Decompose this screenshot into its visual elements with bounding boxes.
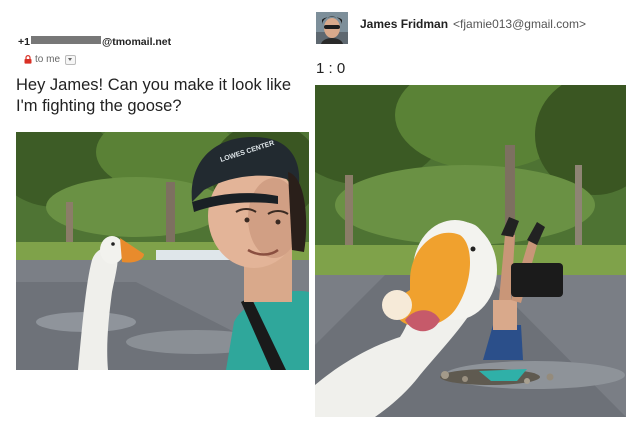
recipient-line: to me [24,54,77,65]
avatar[interactable] [316,12,348,44]
sender-suffix: @tmomail.net [101,36,172,48]
message-body: Hey James! Can you make it look like I'm… [16,76,292,115]
score-text: 1 : 0 [316,60,346,77]
lock-icon [24,55,32,64]
recipient-label: to me [35,54,61,65]
edited-goose-fight-photo [315,85,626,417]
dropdown-arrow-icon[interactable] [65,54,77,65]
sender-prefix: +1 [18,36,30,48]
redacted-phone-number [30,36,101,44]
sender-name[interactable]: James Fridman [360,17,448,31]
sender-line[interactable]: +1 @tmomail.net [18,36,171,48]
sender-info: James Fridman <fjamie013@gmail.com> [360,17,586,31]
selfie-with-goose-photo: LOWES CENTER [16,132,309,370]
sender-email: <fjamie013@gmail.com> [453,17,586,31]
